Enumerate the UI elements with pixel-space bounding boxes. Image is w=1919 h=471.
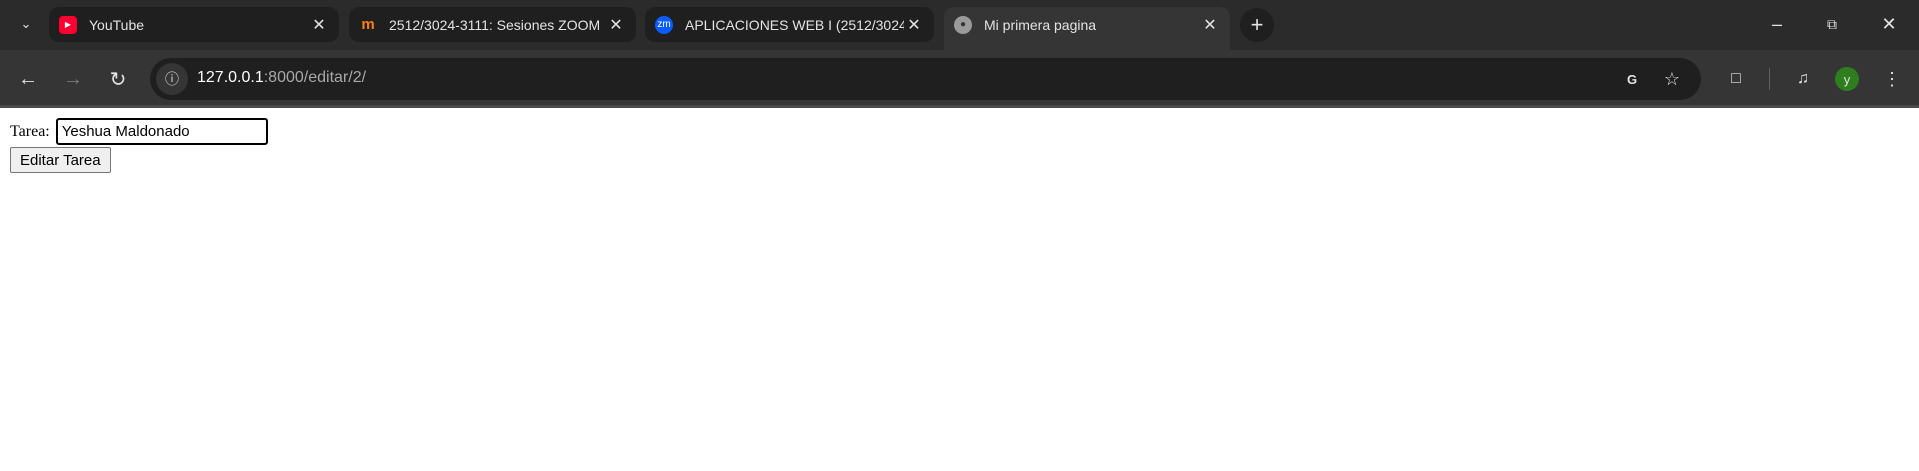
back-button[interactable]: ←	[15, 66, 41, 92]
edit-task-form: Tarea: Editar Tarea	[10, 117, 268, 173]
close-tab-icon[interactable]: ✕	[606, 15, 626, 35]
tab-title: Mi primera pagina	[984, 16, 1097, 33]
restore-button[interactable]: ⧉	[1820, 12, 1844, 36]
close-tab-icon[interactable]: ✕	[309, 15, 329, 35]
toolbar-separator	[1769, 68, 1770, 90]
menu-icon[interactable]: ⋮	[1880, 67, 1904, 91]
new-tab-button[interactable]: +	[1240, 8, 1274, 42]
youtube-icon: ▶	[59, 15, 77, 34]
toolbar-divider	[0, 105, 1919, 108]
tab-title: 2512/3024-3111: Sesiones ZOOM	[389, 16, 601, 33]
globe-icon: ●	[954, 15, 972, 34]
tab-moodle[interactable]: m 2512/3024-3111: Sesiones ZOOM ✕	[349, 7, 636, 42]
tarea-label: Tarea:	[10, 122, 50, 140]
close-tab-icon[interactable]: ✕	[1200, 15, 1220, 35]
site-info-icon[interactable]: ⓘ	[156, 63, 188, 95]
tab-zoom[interactable]: zm APLICACIONES WEB I (2512/3024 ✕	[645, 7, 934, 42]
close-tab-icon[interactable]: ✕	[904, 15, 924, 35]
avatar[interactable]: y	[1835, 67, 1859, 91]
browser-chrome: ⌄ ▶ YouTube ✕ m 2512/3024-3111: Sesiones…	[0, 0, 1919, 108]
extensions-icon[interactable]: □	[1724, 67, 1748, 91]
reload-button[interactable]: ↻	[105, 66, 131, 92]
tab-search-chevron-icon[interactable]: ⌄	[14, 12, 38, 36]
url-host: 127.0.0.1	[197, 69, 264, 86]
minimize-button[interactable]: –	[1765, 12, 1789, 36]
bookmark-star-icon[interactable]: ☆	[1660, 67, 1684, 91]
tab-mi-primera-pagina[interactable]: ● Mi primera pagina ✕	[944, 7, 1230, 50]
tarea-input[interactable]	[55, 118, 268, 145]
tab-title: APLICACIONES WEB I (2512/3024	[685, 16, 904, 33]
moodle-icon: m	[361, 16, 375, 33]
url-path: :8000/editar/2/	[263, 69, 367, 86]
editar-tarea-button[interactable]: Editar Tarea	[10, 147, 111, 173]
tab-title: YouTube	[89, 16, 145, 33]
address-bar[interactable]: ⓘ 127.0.0.1:8000/editar/2/ G ☆	[150, 58, 1701, 100]
tab-youtube[interactable]: ▶ YouTube ✕	[49, 7, 339, 42]
zoom-icon: zm	[655, 15, 673, 34]
url-text[interactable]: 127.0.0.1:8000/editar/2/	[197, 69, 366, 87]
forward-button[interactable]: →	[60, 66, 86, 92]
media-control-icon[interactable]: ♫	[1791, 67, 1815, 91]
translate-icon[interactable]: G	[1620, 67, 1644, 91]
close-window-button[interactable]: ✕	[1877, 12, 1901, 36]
